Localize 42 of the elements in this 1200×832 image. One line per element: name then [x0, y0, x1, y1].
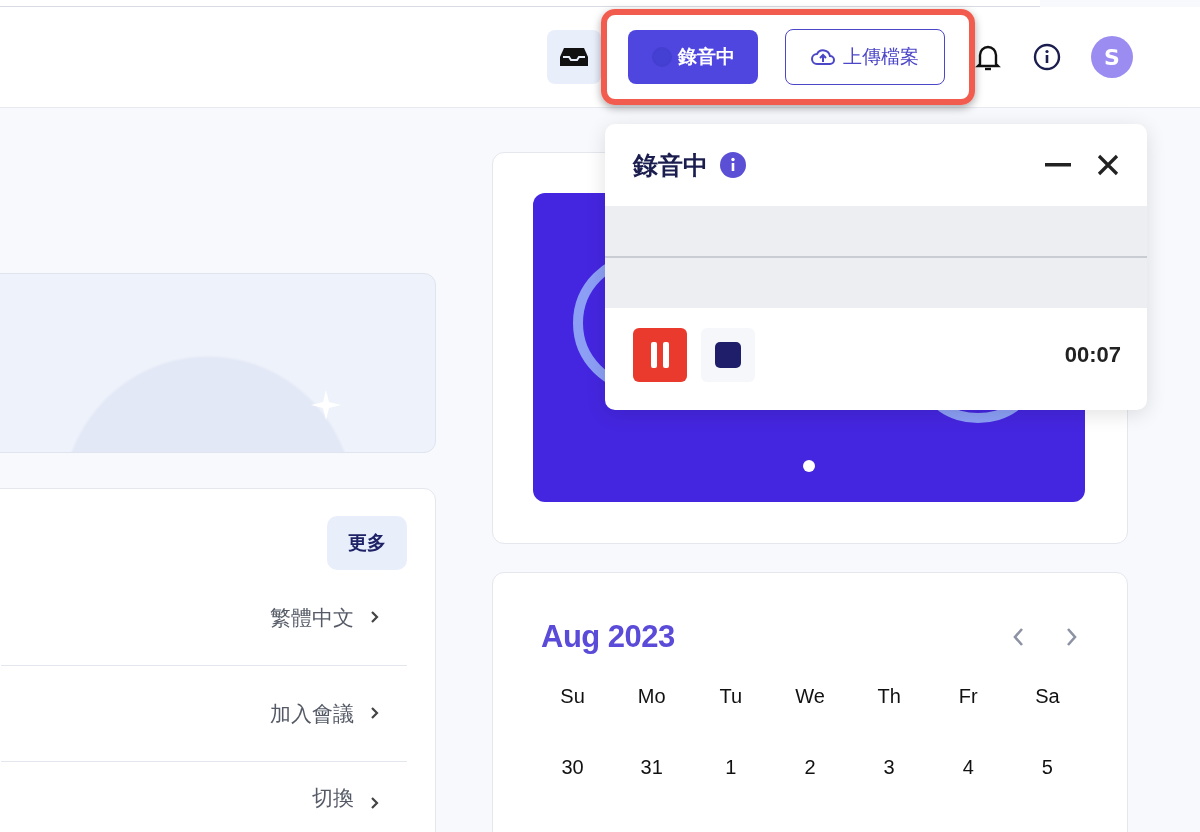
- weekday-label: Fr: [957, 685, 979, 708]
- recorder-title: 錄音中: [633, 149, 708, 182]
- calendar-date[interactable]: 31: [612, 756, 692, 779]
- weekday-label: Mo: [636, 685, 667, 708]
- cloud-upload-icon: [811, 48, 835, 66]
- menu-item[interactable]: 切換: [1, 762, 407, 812]
- calendar-date[interactable]: 2: [770, 756, 850, 779]
- chevron-right-icon: [370, 609, 379, 624]
- weekday-label: Th: [876, 685, 902, 708]
- upload-button[interactable]: 上傳檔案: [785, 29, 945, 85]
- stop-icon: [715, 342, 741, 368]
- info-icon[interactable]: [1033, 43, 1061, 71]
- menu-item-label: 加入會議: [270, 700, 354, 728]
- chevron-right-icon: [370, 705, 379, 720]
- pause-icon: [650, 342, 670, 368]
- recording-button[interactable]: 錄音中: [628, 30, 758, 84]
- stop-button[interactable]: [701, 328, 755, 382]
- close-icon[interactable]: [1097, 154, 1119, 176]
- inbox-button[interactable]: [547, 30, 601, 84]
- weekday-label: Sa: [1034, 685, 1061, 708]
- weekday-label: Su: [559, 685, 586, 708]
- calendar-month: Aug 2023: [541, 619, 675, 655]
- chevron-right-icon: [370, 796, 379, 810]
- menu-item[interactable]: 繁體中文: [1, 570, 407, 666]
- minimize-icon[interactable]: [1045, 163, 1071, 167]
- menu-item-label: 切換: [312, 785, 354, 812]
- calendar-date[interactable]: 5: [1007, 756, 1087, 779]
- menu-item-label: 繁體中文: [270, 604, 354, 632]
- calendar-date[interactable]: 3: [849, 756, 929, 779]
- inbox-icon: [560, 46, 588, 68]
- previous-month-icon[interactable]: [1011, 626, 1025, 648]
- pause-button[interactable]: [633, 328, 687, 382]
- menu-item[interactable]: 加入會議: [1, 666, 407, 762]
- recording-timer: 00:07: [1064, 342, 1121, 368]
- calendar-date[interactable]: 1: [691, 756, 771, 779]
- weekday-label: We: [794, 685, 826, 708]
- weekday-label: Tu: [718, 685, 744, 708]
- calendar-date[interactable]: 30: [533, 756, 613, 779]
- next-month-icon[interactable]: [1065, 626, 1079, 648]
- calendar-date[interactable]: 4: [928, 756, 1008, 779]
- more-button[interactable]: 更多: [327, 516, 407, 570]
- sparkle-icon: [311, 390, 341, 420]
